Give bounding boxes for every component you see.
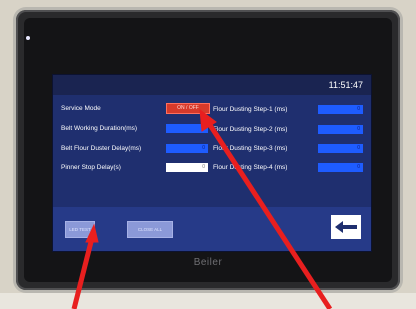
flour-dusting-step-4-input[interactable]: 0 bbox=[318, 163, 363, 172]
bottom-bar: LED TEST CLOSE ALL bbox=[53, 207, 371, 251]
belt-flour-duster-delay-input[interactable]: 0 bbox=[166, 144, 208, 153]
led-test-button[interactable]: LED TEST bbox=[65, 221, 95, 238]
belt-working-duration-input[interactable]: 0 bbox=[166, 124, 208, 133]
brand-label: Beiler bbox=[193, 257, 223, 268]
label-flour-dusting-step-4: Flour Dusting Step-4 (ms) bbox=[213, 164, 288, 171]
hmi-screen: 11:51:47 Service Mode ON / OFF Belt Work… bbox=[52, 74, 372, 252]
label-flour-dusting-step-2: Flour Dusting Step-2 (ms) bbox=[213, 126, 288, 133]
top-bar: 11:51:47 bbox=[53, 75, 371, 95]
flour-dusting-step-3-input[interactable]: 0 bbox=[318, 144, 363, 153]
label-belt-working-duration: Belt Working Duration(ms) bbox=[61, 125, 138, 132]
label-service-mode: Service Mode bbox=[61, 105, 101, 112]
label-pinner-stop-delay: Pinner Stop Delay(s) bbox=[61, 164, 121, 171]
label-flour-dusting-step-3: Flour Dusting Step-3 (ms) bbox=[213, 145, 288, 152]
flour-dusting-step-1-input[interactable]: 0 bbox=[318, 105, 363, 114]
status-led bbox=[26, 36, 30, 40]
back-arrow-icon bbox=[335, 221, 357, 233]
label-belt-flour-duster-delay: Belt Flour Duster Delay(ms) bbox=[61, 145, 142, 152]
clock-display: 11:51:47 bbox=[328, 80, 363, 90]
close-all-button[interactable]: CLOSE ALL bbox=[127, 221, 173, 238]
floor-surface bbox=[0, 293, 416, 309]
pinner-stop-delay-input[interactable]: 0 bbox=[166, 163, 208, 172]
flour-dusting-step-2-input[interactable]: 0 bbox=[318, 125, 363, 134]
service-mode-toggle[interactable]: ON / OFF bbox=[166, 103, 210, 114]
label-flour-dusting-step-1: Flour Dusting Step-1 (ms) bbox=[213, 106, 288, 113]
back-button[interactable] bbox=[331, 215, 361, 239]
